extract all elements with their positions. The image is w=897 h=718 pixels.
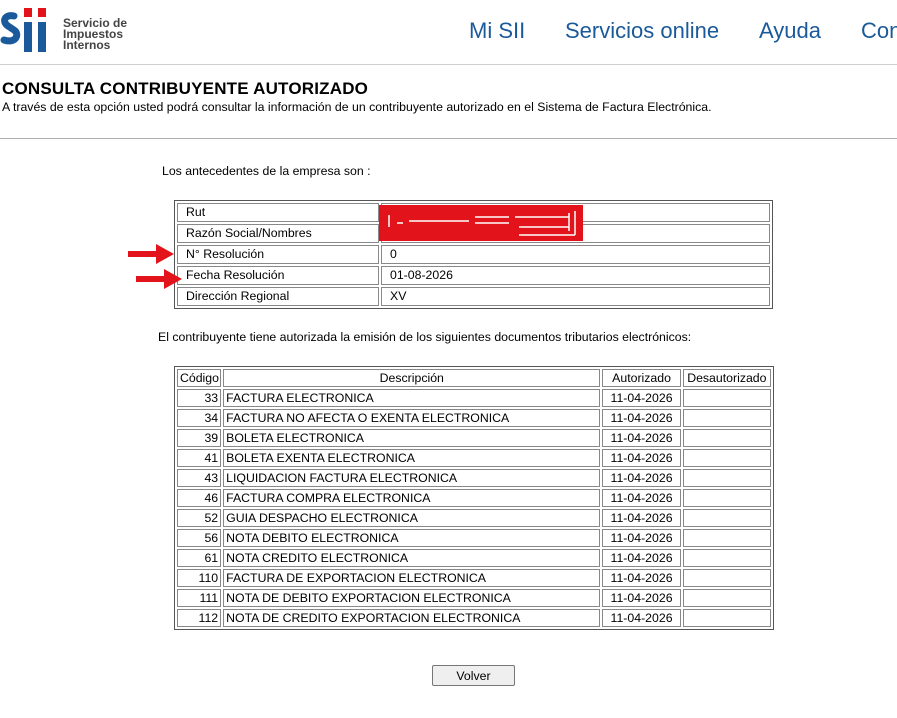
- info-value: XV: [381, 287, 770, 306]
- table-row: 56 NOTA DEBITO ELECTRONICA 11-04-2026: [177, 529, 771, 547]
- doc-description: LIQUIDACION FACTURA ELECTRONICA: [223, 469, 601, 487]
- table-row: 33 FACTURA ELECTRONICA 11-04-2026: [177, 389, 771, 407]
- table-row: 61 NOTA CREDITO ELECTRONICA 11-04-2026: [177, 549, 771, 567]
- doc-code: 39: [177, 429, 222, 447]
- doc-description: NOTA DEBITO ELECTRONICA: [223, 529, 601, 547]
- page-description: A través de esta opción usted podrá cons…: [2, 100, 712, 114]
- page-title: CONSULTA CONTRIBUYENTE AUTORIZADO: [2, 79, 369, 98]
- table-row: 112 NOTA DE CREDITO EXPORTACION ELECTRONI…: [177, 609, 771, 627]
- nav-ayuda[interactable]: Ayuda: [759, 18, 821, 44]
- table-row: 46 FACTURA COMPRA ELECTRONICA 11-04-2026: [177, 489, 771, 507]
- doc-unauthorized: [682, 429, 771, 447]
- doc-authorized: 11-04-2026: [602, 529, 681, 547]
- table-row: 110 FACTURA DE EXPORTACION ELECTRONICA 11-…: [177, 569, 771, 587]
- info-label: Fecha Resolución: [177, 266, 379, 285]
- doc-description: NOTA DE DEBITO EXPORTACION ELECTRONICA: [223, 589, 601, 607]
- doc-authorized: 11-04-2026: [602, 409, 681, 427]
- doc-unauthorized: [682, 409, 771, 427]
- logo-text: Servicio de Impuestos Internos: [63, 17, 127, 52]
- doc-unauthorized: [682, 489, 771, 507]
- doc-unauthorized: [682, 509, 771, 527]
- doc-code: 33: [177, 389, 222, 407]
- doc-unauthorized: [682, 589, 771, 607]
- info-label: N° Resolución: [177, 245, 379, 264]
- red-arrow-icon: [136, 269, 182, 289]
- logo-line-3: Internos: [63, 38, 111, 52]
- doc-authorized: 11-04-2026: [602, 429, 681, 447]
- doc-code: 112: [177, 609, 222, 627]
- doc-description: FACTURA DE EXPORTACION ELECTRONICA: [223, 569, 601, 587]
- table-row: 111 NOTA DE DEBITO EXPORTACION ELECTRONIC…: [177, 589, 771, 607]
- doc-authorized: 11-04-2026: [602, 449, 681, 467]
- doc-unauthorized: [682, 449, 771, 467]
- header-descripcion: Descripción: [223, 369, 601, 387]
- nav-contacto[interactable]: Con: [861, 18, 897, 44]
- info-label: Razón Social/Nombres: [177, 224, 379, 243]
- doc-unauthorized: [682, 549, 771, 567]
- nav-servicios-online[interactable]: Servicios online: [565, 18, 719, 44]
- header-autorizado: Autorizado: [602, 369, 681, 387]
- doc-unauthorized: [682, 609, 771, 627]
- info-value: 01-08-2026: [381, 266, 770, 285]
- doc-description: BOLETA EXENTA ELECTRONICA: [223, 449, 601, 467]
- doc-description: FACTURA COMPRA ELECTRONICA: [223, 489, 601, 507]
- redaction-scribble-icon: [388, 211, 576, 236]
- doc-description: BOLETA ELECTRONICA: [223, 429, 601, 447]
- doc-authorized: 11-04-2026: [602, 509, 681, 527]
- doc-code: 56: [177, 529, 222, 547]
- doc-description: GUIA DESPACHO ELECTRONICA: [223, 509, 601, 527]
- doc-description: FACTURA NO AFECTA O EXENTA ELECTRONICA: [223, 409, 601, 427]
- doc-authorized: 11-04-2026: [602, 549, 681, 567]
- doc-authorized: 11-04-2026: [602, 469, 681, 487]
- info-row-fecha: Fecha Resolución 01-08-2026: [177, 266, 770, 285]
- redaction-block: [379, 205, 583, 241]
- header-desautorizado: Desautorizado: [682, 369, 771, 387]
- table-row: 43 LIQUIDACION FACTURA ELECTRONICA 11-04-2…: [177, 469, 771, 487]
- table-row: 34 FACTURA NO AFECTA O EXENTA ELECTRONICA…: [177, 409, 771, 427]
- doc-code: 110: [177, 569, 222, 587]
- doc-code: 41: [177, 449, 222, 467]
- table-row: 39 BOLETA ELECTRONICA 11-04-2026: [177, 429, 771, 447]
- company-intro: Los antecedentes de la empresa son :: [162, 164, 371, 178]
- doc-unauthorized: [682, 529, 771, 547]
- documents-intro: El contribuyente tiene autorizada la emi…: [158, 330, 692, 344]
- info-label: Rut: [177, 203, 379, 222]
- sii-logo[interactable]: Servicio de Impuestos Internos: [0, 4, 140, 54]
- table-row: 52 GUIA DESPACHO ELECTRONICA 11-04-2026: [177, 509, 771, 527]
- doc-description: FACTURA ELECTRONICA: [223, 389, 601, 407]
- doc-code: 111: [177, 589, 222, 607]
- sii-logo-icon: [0, 8, 46, 52]
- header-codigo: Código: [177, 369, 222, 387]
- volver-button[interactable]: Volver: [432, 665, 515, 686]
- red-arrow-icon: [128, 244, 174, 264]
- doc-authorized: 11-04-2026: [602, 489, 681, 507]
- doc-authorized: 11-04-2026: [602, 389, 681, 407]
- documents-table: Código Descripción Autorizado Desautoriz…: [174, 366, 774, 630]
- doc-description: NOTA DE CREDITO EXPORTACION ELECTRONICA: [223, 609, 601, 627]
- doc-unauthorized: [682, 569, 771, 587]
- documents-header-row: Código Descripción Autorizado Desautoriz…: [177, 369, 771, 387]
- doc-authorized: 11-04-2026: [602, 569, 681, 587]
- site-header: Servicio de Impuestos Internos Mi SII Se…: [0, 0, 897, 65]
- info-row-resolucion: N° Resolución 0: [177, 245, 770, 264]
- doc-code: 43: [177, 469, 222, 487]
- nav-mi-sii[interactable]: Mi SII: [469, 18, 525, 44]
- doc-code: 52: [177, 509, 222, 527]
- info-value: 0: [381, 245, 770, 264]
- doc-authorized: 11-04-2026: [602, 589, 681, 607]
- doc-code: 46: [177, 489, 222, 507]
- doc-code: 34: [177, 409, 222, 427]
- doc-unauthorized: [682, 469, 771, 487]
- info-row-direccion: Dirección Regional XV: [177, 287, 770, 306]
- divider: [0, 138, 897, 139]
- doc-code: 61: [177, 549, 222, 567]
- doc-authorized: 11-04-2026: [602, 609, 681, 627]
- doc-unauthorized: [682, 389, 771, 407]
- doc-description: NOTA CREDITO ELECTRONICA: [223, 549, 601, 567]
- table-row: 41 BOLETA EXENTA ELECTRONICA 11-04-2026: [177, 449, 771, 467]
- info-label: Dirección Regional: [177, 287, 379, 306]
